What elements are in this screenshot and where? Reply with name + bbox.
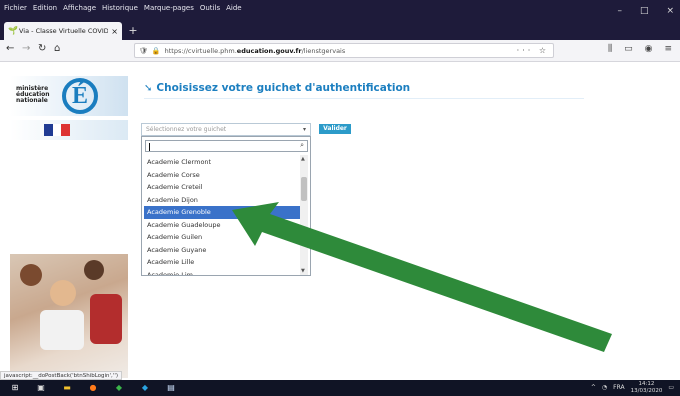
firefox-icon[interactable]: ● xyxy=(88,383,98,393)
tab-title: Via - Classe Virtuelle COVID19 xyxy=(19,27,109,35)
toolbar-right: ⫼ ▭ ◉ ≡ xyxy=(608,44,672,54)
navigation-bar: ← → ↻ ⌂ 🛡 🔒 https://cvirtuelle.phm.educa… xyxy=(0,40,680,62)
search-icon: ⌕ xyxy=(300,141,304,149)
address-bar[interactable]: 🛡 🔒 https://cvirtuelle.phm.education.gou… xyxy=(134,43,554,58)
republic-logo xyxy=(10,120,128,140)
guichet-dropdown: ⌕ Academie Clermont Academie Corse Academi… xyxy=(141,136,311,276)
taskbar-icons: ⊞ ▣ ▬ ● ◆ ◆ ▤ xyxy=(10,383,176,393)
minimize-button[interactable]: – xyxy=(617,6,622,16)
windows-taskbar: ⊞ ▣ ▬ ● ◆ ◆ ▤ ^ ◔ FRA 14:12 13/03/2020 ▭ xyxy=(0,380,680,396)
dropdown-search-input[interactable]: ⌕ xyxy=(145,140,308,152)
clock[interactable]: 14:12 13/03/2020 xyxy=(631,381,663,394)
menu-affichage[interactable]: Affichage xyxy=(63,4,96,18)
menu-edition[interactable]: Edition xyxy=(33,4,57,18)
new-tab-button[interactable]: + xyxy=(126,22,140,40)
dropdown-option[interactable]: Academie Guyane xyxy=(144,244,300,257)
dropdown-option[interactable]: Academie Corse xyxy=(144,169,300,182)
library-icon[interactable]: ⫼ xyxy=(608,44,612,54)
dropdown-option[interactable]: Academie Guadeloupe xyxy=(144,219,300,232)
dropdown-option[interactable]: Academie Clermont xyxy=(144,156,300,169)
extension-icon[interactable]: ◉ xyxy=(645,44,653,54)
title-underline xyxy=(144,98,584,99)
tab-close-icon[interactable]: × xyxy=(111,27,118,36)
sidebar-icon[interactable]: ▭ xyxy=(624,44,633,54)
url-text: https://cvirtuelle.phm.education.gouv.fr… xyxy=(164,46,346,55)
dropdown-option[interactable]: Academie Creteil xyxy=(144,181,300,194)
menu-historique[interactable]: Historique xyxy=(102,4,138,18)
menu-outils[interactable]: Outils xyxy=(200,4,220,18)
arrow-icon: ➘ xyxy=(144,82,153,94)
hamburger-menu-icon[interactable]: ≡ xyxy=(664,44,672,54)
dropdown-scrollbar[interactable]: ▲ ▼ xyxy=(300,155,308,275)
shield-icon: 🛡 xyxy=(139,46,148,55)
system-tray: ^ ◔ FRA 14:12 13/03/2020 ▭ xyxy=(591,381,674,394)
dropdown-option[interactable]: Academie Dijon xyxy=(144,194,300,207)
dropdown-option[interactable]: Academie Guilen xyxy=(144,231,300,244)
task-view-icon[interactable]: ▣ xyxy=(36,383,46,393)
app-blue-icon[interactable]: ◆ xyxy=(140,383,150,393)
logo-e-icon: É xyxy=(62,78,98,114)
dropdown-list: Academie Clermont Academie Corse Academie … xyxy=(144,156,300,275)
status-bar: javascript:__doPostBack('btnShibLogin','… xyxy=(0,371,122,380)
forward-icon[interactable]: → xyxy=(22,43,30,54)
tray-up-icon[interactable]: ^ xyxy=(591,384,596,391)
browser-titlebar: Fichier Edition Affichage Historique Mar… xyxy=(0,0,680,40)
scroll-down-icon[interactable]: ▼ xyxy=(301,268,305,274)
app-green-icon[interactable]: ◆ xyxy=(114,383,124,393)
validate-button[interactable]: Valider xyxy=(319,124,351,134)
logo-text: ministère éducation nationale xyxy=(16,85,50,104)
windows-start-icon[interactable]: ⊞ xyxy=(10,383,20,393)
close-window-button[interactable]: × xyxy=(666,6,674,16)
maximize-button[interactable]: □ xyxy=(640,6,649,16)
document-icon[interactable]: ▤ xyxy=(166,383,176,393)
browser-tab[interactable]: 🌱 Via - Classe Virtuelle COVID19 × xyxy=(4,22,122,40)
file-explorer-icon[interactable]: ▬ xyxy=(62,383,72,393)
page-content: ministère éducation nationale É ➘ Choisi… xyxy=(0,62,680,380)
favicon-icon: 🌱 xyxy=(8,26,18,35)
lock-icon: 🔒 xyxy=(151,46,161,55)
guichet-select[interactable]: Sélectionnez votre guichet ▾ xyxy=(141,123,311,136)
page-actions-icon[interactable]: ··· ☆ xyxy=(517,46,553,55)
dropdown-option[interactable]: Academie Lim... xyxy=(144,269,300,276)
menu-marque-pages[interactable]: Marque-pages xyxy=(144,4,194,18)
screen: Fichier Edition Affichage Historique Mar… xyxy=(0,0,680,396)
home-icon[interactable]: ⌂ xyxy=(54,43,60,54)
chevron-down-icon: ▾ xyxy=(302,126,306,133)
window-controls: – □ × xyxy=(617,6,674,16)
menu-bar: Fichier Edition Affichage Historique Mar… xyxy=(4,4,242,18)
children-photo xyxy=(10,254,128,378)
dropdown-option[interactable]: Academie Lille xyxy=(144,256,300,269)
network-icon[interactable]: ◔ xyxy=(602,384,607,391)
language-indicator[interactable]: FRA xyxy=(613,384,624,391)
ministry-logo: ministère éducation nationale É xyxy=(10,76,128,116)
menu-fichier[interactable]: Fichier xyxy=(4,4,27,18)
menu-aide[interactable]: Aide xyxy=(226,4,241,18)
reload-icon[interactable]: ↻ xyxy=(38,43,46,54)
notification-icon[interactable]: ▭ xyxy=(668,384,674,391)
back-icon[interactable]: ← xyxy=(6,43,14,54)
scroll-thumb[interactable] xyxy=(301,177,307,201)
scroll-up-icon[interactable]: ▲ xyxy=(301,156,305,162)
flag-icon xyxy=(44,124,71,136)
dropdown-option[interactable]: Academie Grenoble xyxy=(144,206,300,219)
left-column: ministère éducation nationale É xyxy=(10,76,128,378)
page-title: ➘ Choisissez votre guichet d'authentific… xyxy=(144,82,411,94)
